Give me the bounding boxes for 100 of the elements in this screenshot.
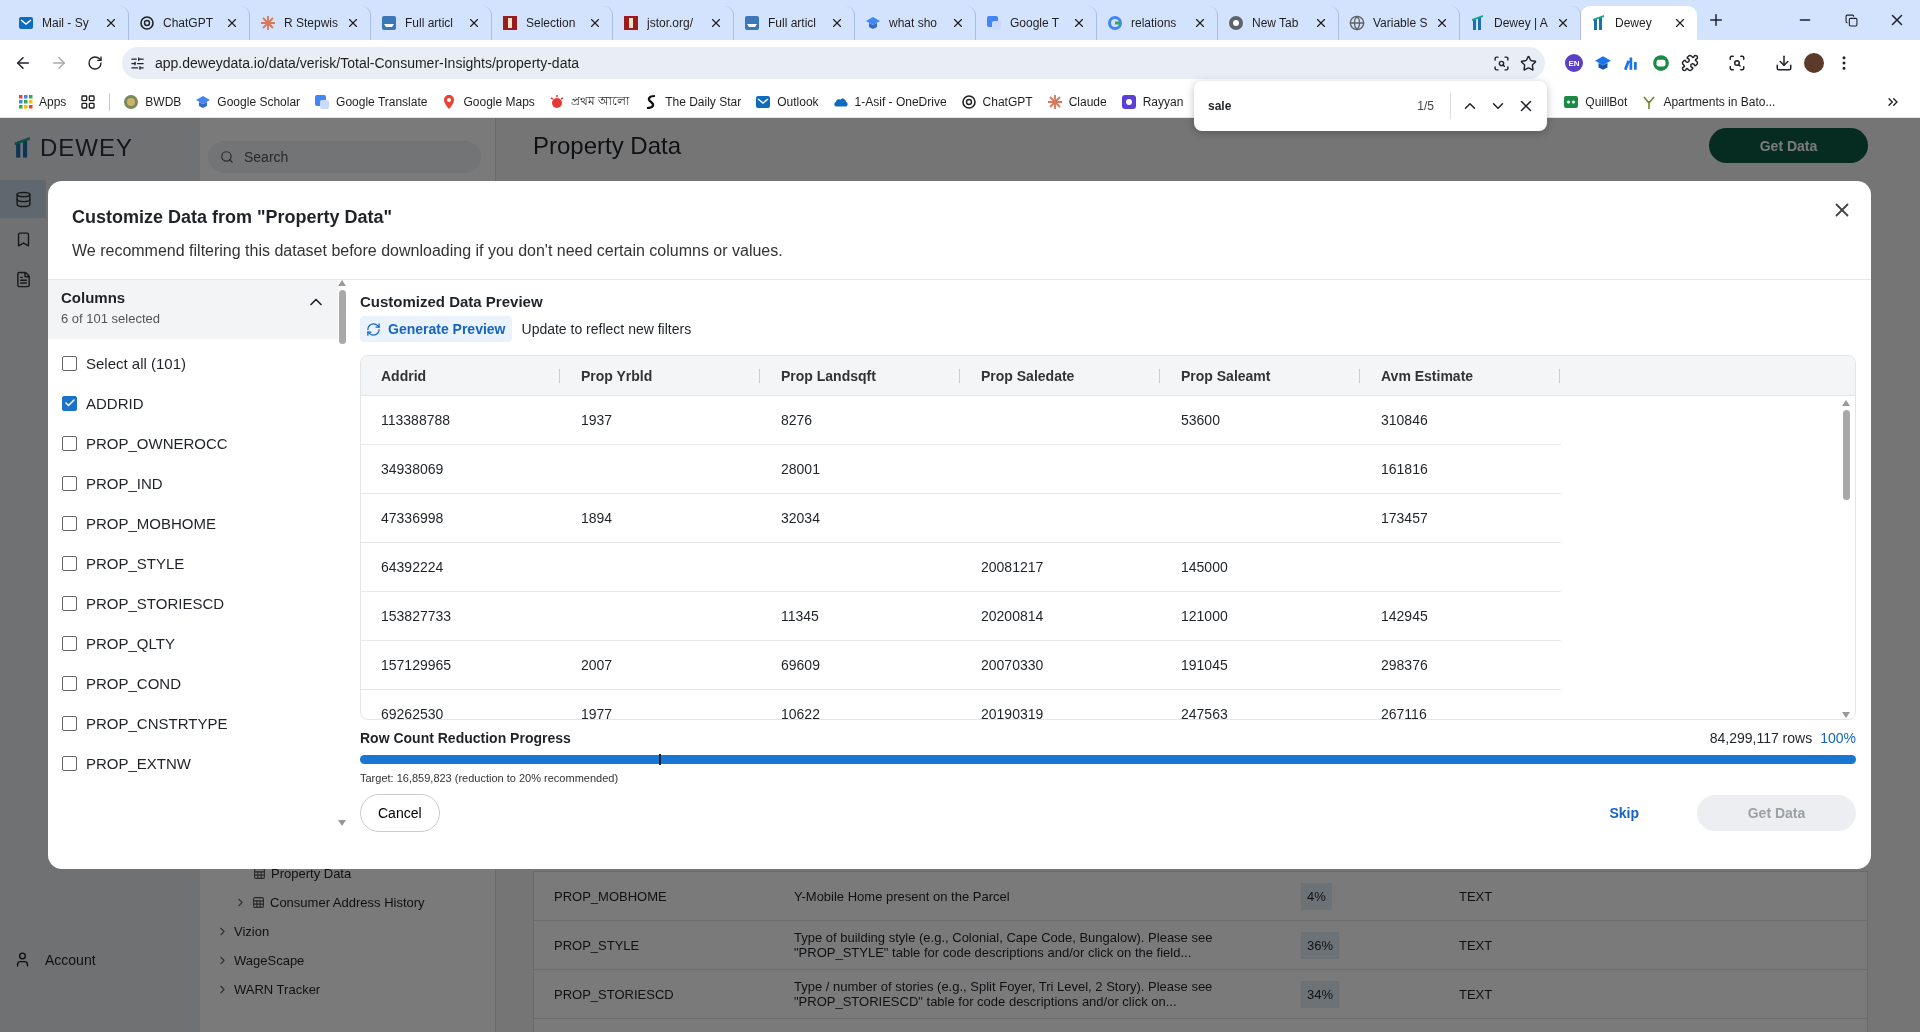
cloud-icon (832, 96, 849, 107)
bookmark-item[interactable]: 1-Asif - OneDrive (825, 88, 954, 115)
column-label[interactable]: PROP_IND (86, 474, 163, 492)
column-label[interactable]: PROP_EXTNW (86, 754, 191, 772)
mail-icon (755, 93, 772, 110)
graduation-cap-icon[interactable] (1594, 54, 1612, 72)
scrollbar[interactable] (337, 280, 347, 826)
refresh-icon (366, 321, 381, 337)
close-icon[interactable] (1314, 16, 1328, 30)
checkbox[interactable] (62, 635, 77, 651)
checkbox[interactable] (62, 435, 77, 451)
close-icon[interactable] (104, 16, 118, 30)
table-cell-text: 53600 (1180, 411, 1221, 430)
lens-icon[interactable] (1493, 54, 1510, 72)
columns-header[interactable]: Columns 6 of 101 selected (48, 280, 338, 339)
table-cell-text: 47336998 (380, 509, 445, 528)
table-cell-text: 298376 (1380, 656, 1429, 675)
grid-icon[interactable] (80, 93, 97, 110)
checkbox[interactable] (62, 595, 77, 611)
checkbox[interactable] (62, 395, 77, 411)
checkbox[interactable] (62, 515, 77, 531)
bookmark-item[interactable]: The Daily Star (636, 88, 749, 115)
graduation-cap-icon (195, 93, 212, 110)
table-cell-text: 69262530 (380, 705, 445, 719)
cancel-button[interactable]: Cancel (360, 794, 440, 832)
star-icon[interactable] (1520, 54, 1537, 72)
table-cell-text: 1977 (580, 705, 614, 719)
bookmark-item[interactable]: Google Maps (434, 88, 542, 115)
column-label[interactable]: PROP_CNSTRTYPE (86, 714, 228, 732)
rail-item[interactable] (0, 180, 46, 218)
sun-icon (548, 93, 565, 110)
find-field[interactable]: sale (1206, 91, 1408, 121)
bookmark-item[interactable]: Claude (1039, 88, 1114, 115)
bookmark-item[interactable]: Google Scholar (188, 88, 308, 115)
table-cell-text: 1937 (580, 411, 614, 430)
column-label[interactable]: PROP_OWNEROCC (86, 434, 228, 452)
table-cell-text: 247563 (1180, 705, 1229, 719)
bookmark-item[interactable]: Outlook (748, 88, 826, 115)
close-icon[interactable] (1673, 16, 1687, 30)
checkbox[interactable] (62, 555, 77, 571)
column-label[interactable]: ADDRID (86, 394, 144, 412)
bookmark-item[interactable]: QuillBot (1556, 88, 1635, 115)
column-label[interactable]: PROP_QLTY (86, 634, 175, 652)
bookmark-item[interactable]: Apps (12, 88, 74, 115)
back-icon[interactable] (14, 54, 32, 72)
account-item[interactable]: Account (0, 951, 200, 968)
close-icon[interactable] (951, 16, 965, 30)
nav-tree-item[interactable]: WARN Tracker (208, 975, 481, 1004)
new-tab-icon[interactable] (1707, 11, 1725, 29)
close-icon[interactable] (1072, 16, 1086, 30)
bookmark-item[interactable]: Rayyan (1113, 88, 1191, 115)
generate-preview-button[interactable]: Generate Preview (360, 316, 512, 342)
bookmark-item[interactable]: ChatGPT (953, 88, 1040, 115)
close-icon[interactable] (588, 16, 602, 30)
checkbox[interactable] (62, 755, 77, 771)
close-icon[interactable] (1435, 16, 1449, 30)
column-label[interactable]: PROP_COND (86, 674, 182, 692)
journal-icon (623, 15, 639, 31)
nav-tree-item[interactable]: WageScape (208, 946, 481, 975)
checkbox[interactable] (62, 355, 77, 371)
table-cell-text: 310846 (1380, 411, 1429, 430)
checkbox[interactable] (62, 475, 77, 491)
close-icon[interactable] (467, 16, 481, 30)
reload-icon[interactable] (87, 55, 103, 71)
close-icon[interactable] (709, 16, 723, 30)
tab-search-icon[interactable] (1728, 54, 1746, 72)
site-info-icon[interactable] (130, 55, 145, 71)
avatar-icon[interactable] (1804, 53, 1824, 73)
nav-tree-item[interactable]: Consumer Address History (208, 888, 481, 917)
table-cell-text: 8276 (780, 411, 814, 430)
download-icon[interactable] (1775, 54, 1793, 72)
close-icon[interactable] (830, 16, 844, 30)
nav-tree-item[interactable]: Vizion (208, 917, 481, 946)
table-cell-text: 2007 (580, 656, 614, 675)
column-label[interactable]: PROP_STORIESCD (86, 594, 225, 612)
checkbox[interactable] (62, 675, 77, 691)
nav-tree-item[interactable]: Property Data (208, 859, 481, 888)
selected-count: 6 of 101 selected (61, 311, 161, 326)
close-icon[interactable] (1556, 16, 1570, 30)
close-icon[interactable] (225, 16, 239, 30)
address-bar[interactable]: app.deweydata.io/data/verisk/Total-Consumer-Insights/property-data (122, 47, 1545, 79)
column-header: Prop Landsqft (761, 356, 961, 396)
column-label[interactable]: PROP_STYLE (86, 554, 185, 572)
extension-badge[interactable]: EN (1565, 54, 1583, 72)
bookmark-item[interactable]: প্রথম আলো (541, 88, 637, 115)
extensions-icon[interactable] (1681, 54, 1699, 72)
close-icon[interactable] (1193, 16, 1207, 30)
column-label[interactable]: Select all (101) (86, 354, 187, 372)
table-cell-text: 32034 (780, 509, 821, 528)
restore-icon[interactable] (1844, 13, 1858, 27)
field-description: Type / number of stories (e.g., Split Foyer, Tri Level, 2 Story). Please see "PROP_STORIESCD" table for code descriptions and/or click on... (794, 979, 1214, 1009)
close-icon[interactable] (346, 16, 360, 30)
checkbox[interactable] (62, 715, 77, 731)
bookmark-item[interactable]: Google Translate (307, 88, 435, 115)
bookmark-item[interactable]: Apartments in Bato... (1634, 88, 1783, 115)
bookmark-item[interactable]: BWDB (116, 88, 189, 115)
column-label[interactable]: PROP_MOBHOME (86, 514, 217, 532)
skip-button[interactable]: Skip (1603, 804, 1645, 822)
get-data-button[interactable]: Get Data (1709, 128, 1868, 163)
browser-tab[interactable]: Dewey (1581, 6, 1697, 40)
